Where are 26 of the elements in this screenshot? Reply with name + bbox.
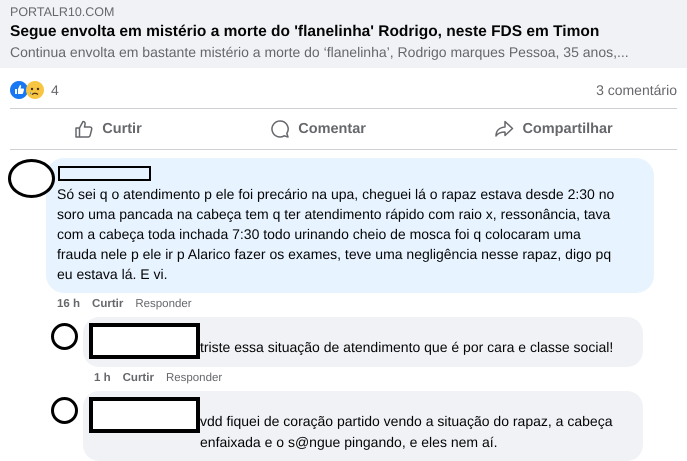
like-button[interactable]: Curtir (66, 115, 150, 143)
share-arrow-icon (494, 119, 514, 139)
like-link[interactable]: Curtir (92, 298, 124, 310)
share-button[interactable]: Compartilhar (486, 115, 621, 143)
comment-time[interactable]: 1 h (94, 372, 111, 384)
scribbled-avatar (51, 323, 78, 350)
like-link[interactable]: Curtir (122, 372, 154, 384)
comment-time[interactable]: 16 h (57, 298, 80, 310)
link-source: PORTALR10.COM (10, 4, 116, 20)
reply-link[interactable]: Responder (166, 372, 222, 384)
reply-text: vdd fiquei de coração partido vendo a situação do rapaz, a cabeça enfaixada e o s@ngue pingando, e eles nem aí. (200, 412, 614, 452)
reply-link[interactable]: Responder (135, 298, 192, 310)
comment-count[interactable]: 3 comentário (596, 82, 677, 98)
scribbled-avatar (8, 159, 55, 198)
like-reaction-icon (10, 81, 28, 99)
sad-face-icon (26, 81, 44, 99)
link-title[interactable]: Segue envolta em mistério a morte do 'flanelinha' Rodrigo, neste FDS em Timon (10, 21, 677, 43)
comment-text: Só sei q o atendimento p ele foi precário na upa, cheguei lá o rapaz estava desde 2:30 no soro uma pancada na cabeça tem q ter atendimento rápido com raio x, ressonância, tava com a cabeça toda inchada 7:30 todo urinando cheio de mosca foi q colocaram uma frauda nele p ele ir p Alarico fazer os exames, teve uma negligência nesse rapaz, digo pq eu estava lá. E vi. (57, 185, 616, 284)
link-description: Continua envolta em bastante mistério a morte do ‘flanelinha’, Rodrigo marques Pessoa, 35 anos,... (10, 43, 630, 62)
reaction-count[interactable]: 4 (51, 82, 59, 98)
thumbs-up-icon (74, 119, 94, 139)
reply-text: triste essa situação de atendimento que é por cara e classe social! (200, 338, 614, 357)
speech-bubble-icon (270, 119, 290, 139)
link-preview-card[interactable]: PORTALR10.COM Segue envolta em mistério a morte do 'flanelinha' Rodrigo, neste FDS em Timon Continua envolta em bastante mistério a morte do ‘flanelinha’, Rodrigo marques Pessoa, 35 anos,... (0, 0, 687, 68)
scribbled-avatar (51, 397, 78, 424)
comment-button[interactable]: Comentar (262, 115, 374, 143)
